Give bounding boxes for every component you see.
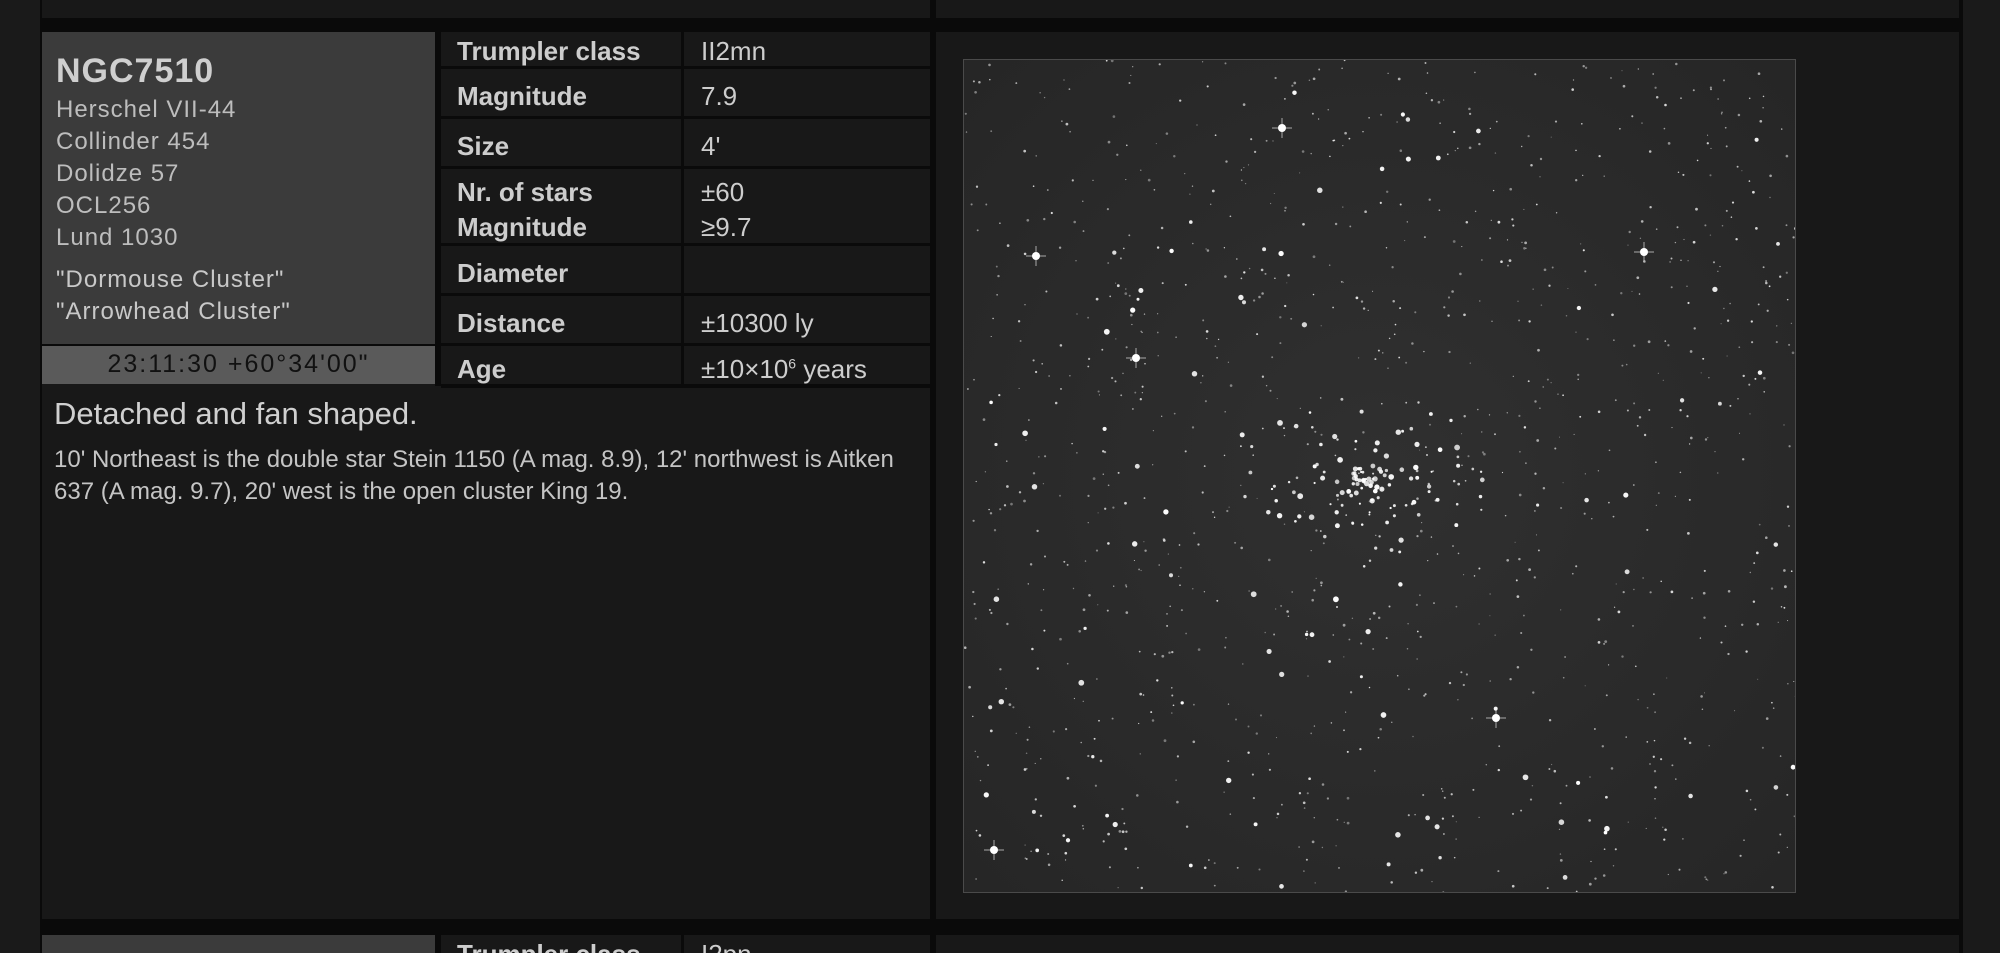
table-col-divider-mid — [681, 32, 684, 386]
table-row-line — [441, 293, 930, 296]
next-entry-table: Trumpler class I2pn — [441, 935, 930, 953]
left-gutter — [0, 0, 40, 953]
age-value: ±10×106 years — [701, 354, 867, 384]
next-table-col-divider — [681, 935, 684, 953]
column-divider — [930, 0, 936, 953]
nickname-arrowhead: "Arrowhead Cluster" — [56, 298, 291, 325]
prev-entry-right — [936, 0, 1959, 18]
age-label: Age — [457, 354, 507, 384]
size-label: Size — [457, 131, 510, 161]
trumpler-value: II2mn — [701, 36, 767, 66]
stars-magnitude-value: ≥9.7 — [701, 212, 752, 242]
next-trumpler-label: Trumpler class — [457, 939, 641, 953]
object-name: NGC7510 — [56, 52, 215, 90]
table-row-line — [441, 116, 930, 119]
next-entry-right — [936, 935, 1959, 953]
next-entry-name-box — [42, 935, 435, 953]
stars-magnitude-label: Magnitude — [457, 212, 587, 242]
alias-herschel: Herschel VII-44 — [56, 96, 237, 123]
entry-separator — [40, 18, 1963, 32]
coordinates: 23:11:30 +60°34'00" — [42, 346, 435, 384]
stars-label: Nr. of stars — [457, 177, 593, 207]
distance-label: Distance — [457, 308, 566, 338]
size-value: 4' — [701, 131, 721, 161]
nickname-dormouse: "Dormouse Cluster" — [56, 266, 285, 293]
right-gutter — [1963, 0, 2000, 953]
prev-entry-left — [42, 0, 930, 18]
table-col-divider-left — [435, 32, 441, 386]
alias-lund: Lund 1030 — [56, 224, 179, 251]
description-heading: Detached and fan shaped. — [54, 396, 418, 431]
table-row-line — [441, 166, 930, 169]
entry-separator — [40, 919, 1963, 935]
starfield-image — [964, 60, 1795, 892]
distance-value: ±10300 ly — [701, 308, 814, 338]
alias-dolidze: Dolidze 57 — [56, 160, 180, 187]
alias-ocl: OCL256 — [56, 192, 152, 219]
cluster-photo — [963, 59, 1796, 893]
table-row-line — [441, 343, 930, 346]
next-trumpler-value: I2pn — [701, 939, 752, 953]
magnitude-label: Magnitude — [457, 81, 587, 111]
diameter-label: Diameter — [457, 258, 569, 288]
magnitude-value: 7.9 — [701, 81, 738, 111]
trumpler-label: Trumpler class — [457, 36, 641, 66]
table-row-line — [441, 243, 930, 246]
stars-value: ±60 — [701, 177, 745, 207]
alias-collinder: Collinder 454 — [56, 128, 211, 155]
description-text: 10' Northeast is the double star Stein 1… — [54, 446, 894, 505]
